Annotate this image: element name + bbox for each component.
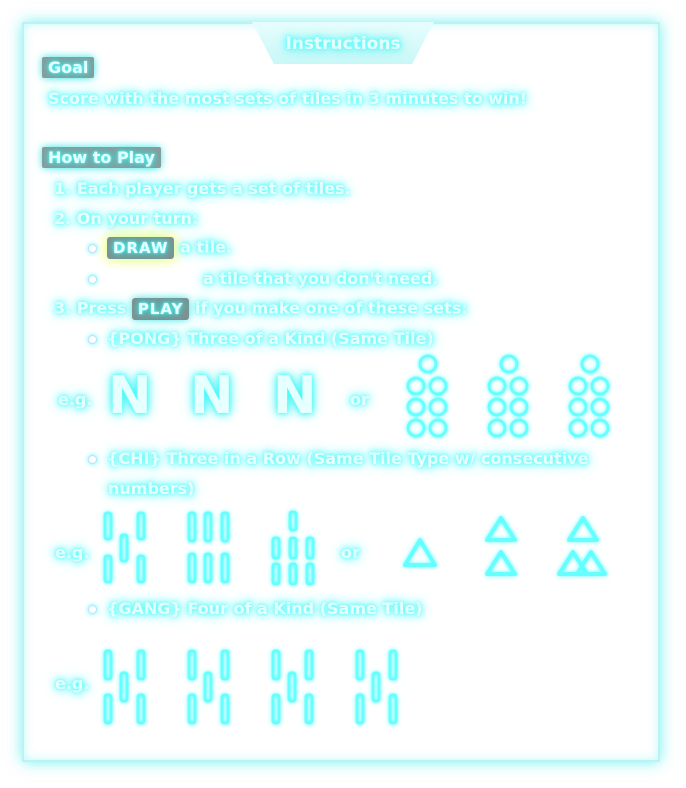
discard-suffix: a tile that you don't need.: [203, 269, 439, 288]
step-2-text: 2. On your turn:: [54, 209, 199, 228]
page-title: Instructions: [285, 34, 401, 54]
pong-tile-N-icon: N: [108, 366, 152, 426]
bullet-icon: [88, 455, 97, 464]
bamboo-tiles-gang-group: [103, 649, 398, 725]
step-3-suffix: if you make one of these sets:: [195, 298, 468, 318]
discard-line: a tile that you don't need.: [88, 269, 438, 288]
bullet-icon: [88, 605, 97, 614]
step-1-text: 1. Each player gets a set of tiles.: [54, 179, 351, 198]
circle-tile-icon: [568, 354, 610, 438]
example-label: e.g.: [55, 674, 90, 693]
draw-line: DRAW a tile.: [88, 237, 232, 259]
bamboo-tiles-chi-group: [103, 510, 315, 586]
bamboo-tile-icon: [187, 511, 230, 584]
circle-tile-icon: [406, 354, 448, 438]
draw-suffix: a tile.: [180, 237, 232, 257]
pong-text: {PONG} Three of a Kind (Same Tile): [107, 329, 434, 348]
pong-tile-N-icon: N: [190, 366, 234, 426]
example-label: e.g.: [58, 390, 93, 409]
draw-button[interactable]: DRAW: [107, 237, 175, 259]
chi-text-cont: numbers): [108, 479, 195, 498]
step-3-prefix: 3. Press: [54, 298, 127, 318]
circle-tiles-group: [406, 354, 610, 438]
pong-tile-N-icon: N: [273, 366, 317, 426]
example-label: e.g.: [55, 543, 90, 562]
bamboo-tile-icon: [103, 511, 146, 584]
play-button[interactable]: PLAY: [131, 298, 190, 320]
or-label: or: [341, 543, 360, 562]
how-to-play-heading: How to Play: [42, 147, 161, 168]
triangle-tile-icon: [557, 516, 607, 576]
bullet-icon: [88, 275, 97, 284]
chi-line: {CHI} Three in a Row (Same Tile Type w/ …: [88, 449, 588, 468]
gang-line: {GANG} Four of a Kind (Same Tile): [88, 599, 422, 618]
bullet-icon: [88, 335, 97, 344]
triangle-tiles-group: [403, 516, 607, 576]
pong-line: {PONG} Three of a Kind (Same Tile): [88, 329, 434, 348]
bamboo-tile-icon: [271, 510, 315, 586]
or-label: or: [350, 390, 369, 409]
bamboo-tile-icon: [271, 649, 314, 725]
goal-text: Score with the most sets of tiles in 3 m…: [48, 89, 528, 108]
bamboo-tile-icon: [187, 649, 230, 725]
step-3-line: 3. Press PLAY if you make one of these s…: [54, 298, 468, 320]
circle-tile-icon: [487, 354, 529, 438]
chi-text: {CHI} Three in a Row (Same Tile Type w/ …: [107, 449, 589, 468]
triangle-tile-icon: [485, 516, 517, 576]
bamboo-tile-icon: [355, 649, 398, 725]
goal-heading: Goal: [42, 57, 95, 78]
gang-text: {GANG} Four of a Kind (Same Tile): [107, 599, 423, 618]
bullet-icon: [88, 243, 97, 253]
bamboo-tile-icon: [103, 649, 146, 725]
triangle-tile-icon: [403, 538, 437, 567]
